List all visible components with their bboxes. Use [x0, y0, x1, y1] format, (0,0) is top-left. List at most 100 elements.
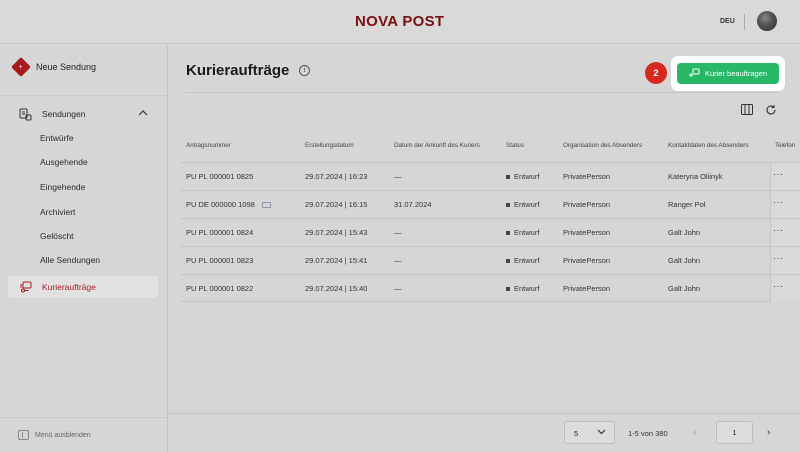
plus-diamond-icon: + — [11, 57, 31, 77]
sidebar-collapse-icon — [18, 430, 29, 440]
status-dot-icon — [506, 259, 510, 264]
collapse-menu-button[interactable]: Menü ausblenden — [18, 430, 91, 440]
add-courier-icon — [688, 68, 700, 80]
cell-sender-org: PrivatePerson — [563, 256, 611, 265]
chevron-down-icon — [597, 428, 606, 437]
step-badge: 2 — [645, 62, 667, 84]
table-row[interactable]: PU PL 000001 0823 29.07.2024 | 15:41 — E… — [180, 246, 800, 274]
nova-post-logo[interactable]: NOVA POST — [355, 13, 444, 30]
status-label: Entwurf — [514, 284, 540, 293]
column-header-arrival: Datum der Ankunft des Kuriers — [394, 142, 480, 149]
next-page-icon[interactable]: › — [767, 427, 770, 438]
cell-number: PU PL 000001 0824 — [186, 228, 254, 237]
cell-sender-contact: Galt John — [668, 284, 701, 293]
sidebar-item-label: Archiviert — [40, 207, 76, 217]
status-dot-icon — [506, 287, 510, 292]
sidebar-item-deleted[interactable]: Gelöscht — [8, 225, 158, 247]
page-number-input[interactable]: 1 — [716, 421, 753, 444]
cell-sender-org: PrivatePerson — [563, 228, 611, 237]
sidebar-item-courier-orders[interactable]: Kurieraufträge — [8, 276, 158, 298]
status-dot-icon — [506, 231, 510, 236]
box-list-icon — [18, 107, 32, 121]
top-header: NOVA POST DEU — [0, 0, 800, 44]
more-options-icon[interactable]: ··· — [773, 281, 784, 291]
order-courier-label: Kurier beauftragen — [704, 69, 768, 78]
collapse-menu-label: Menü ausblenden — [35, 431, 91, 439]
sidebar-item-label: Sendungen — [42, 109, 86, 119]
rows-per-page-select[interactable]: 5 — [564, 421, 615, 444]
cell-arrival: 31.07.2024 — [394, 200, 432, 209]
columns-icon[interactable] — [741, 104, 753, 117]
cell-created: 29.07.2024 | 16:23 — [305, 172, 368, 181]
cell-arrival: — — [394, 284, 402, 293]
sidebar-item-label: Kurieraufträge — [42, 282, 96, 292]
cell-created: 29.07.2024 | 15:41 — [305, 256, 368, 265]
cell-sender-contact: Galt John — [668, 228, 701, 237]
more-options-icon[interactable]: ··· — [773, 225, 784, 235]
column-header-number: Antragsnummer — [186, 142, 231, 149]
cell-created: 29.07.2024 | 16:15 — [305, 200, 368, 209]
sidebar-item-drafts[interactable]: Entwürfe — [8, 127, 158, 149]
status-dot-icon — [506, 203, 510, 208]
order-courier-button[interactable]: Kurier beauftragen — [677, 63, 779, 84]
more-options-icon[interactable]: ··· — [773, 197, 784, 207]
status-label: Entwurf — [514, 228, 540, 237]
previous-page-icon[interactable]: ‹ — [693, 427, 696, 438]
table-row[interactable]: PU DE 000000 1098 29.07.2024 | 16:15 31.… — [180, 190, 800, 218]
column-header-created: Erstellungsdatum — [305, 142, 354, 149]
new-shipment-button[interactable]: + Neue Sendung — [11, 57, 96, 77]
cell-number: PU PL 000001 0823 — [186, 256, 254, 265]
cell-number: PU DE 000000 1098 — [186, 200, 271, 209]
sidebar-item-sendungen[interactable]: Sendungen — [8, 103, 158, 125]
sidebar-bottom-divider — [0, 417, 167, 418]
footer-divider — [168, 413, 800, 414]
cell-sender-org: PrivatePerson — [563, 200, 611, 209]
number-label: PU DE 000000 1098 — [186, 200, 255, 209]
document-icon — [261, 202, 271, 209]
table-row[interactable]: PU PL 000001 0824 29.07.2024 | 15:43 — E… — [180, 218, 800, 246]
chevron-up-icon[interactable] — [138, 109, 148, 119]
page-title: Kurieraufträge — [186, 62, 290, 79]
cell-status: Entwurf — [506, 172, 539, 181]
column-header-phone: Telefon — [775, 142, 796, 149]
table-row[interactable]: PU PL 000001 0822 29.07.2024 | 15:40 — E… — [180, 274, 800, 302]
cell-created: 29.07.2024 | 15:40 — [305, 284, 368, 293]
cell-sender-contact: Ranger Pol — [668, 200, 706, 209]
status-label: Entwurf — [514, 200, 540, 209]
column-header-sender-contact: Kontaktdaten des Absenders — [668, 142, 749, 149]
table-row[interactable]: PU PL 000001 0825 29.07.2024 | 16:23 — E… — [180, 162, 800, 190]
status-dot-icon — [506, 175, 510, 180]
sidebar-item-outgoing[interactable]: Ausgehende — [8, 151, 158, 173]
cell-number: PU PL 000001 0825 — [186, 172, 254, 181]
cell-arrival: — — [394, 228, 402, 237]
sidebar-item-incoming[interactable]: Eingehende — [8, 176, 158, 198]
cell-sender-contact: Galt John — [668, 256, 701, 265]
highlight-frame: Kurier beauftragen — [671, 56, 785, 91]
refresh-icon[interactable] — [765, 104, 777, 118]
sidebar-item-label: Ausgehende — [40, 157, 88, 167]
sidebar-item-all-shipments[interactable]: Alle Sendungen — [8, 249, 158, 271]
cell-arrival: — — [394, 256, 402, 265]
sidebar-item-archived[interactable]: Archiviert — [8, 201, 158, 223]
cell-sender-contact: Kateryna Oliinyk — [668, 172, 723, 181]
more-options-icon[interactable]: ··· — [773, 169, 784, 179]
cell-created: 29.07.2024 | 15:43 — [305, 228, 368, 237]
sidebar-item-label: Alle Sendungen — [40, 255, 101, 265]
language-switcher[interactable]: DEU — [720, 18, 735, 25]
info-icon[interactable]: i — [299, 65, 310, 76]
cell-arrival: — — [394, 172, 402, 181]
cell-sender-org: PrivatePerson — [563, 172, 611, 181]
sidebar-item-label: Entwürfe — [40, 133, 74, 143]
cell-status: Entwurf — [506, 284, 539, 293]
cell-number: PU PL 000001 0822 — [186, 284, 254, 293]
pagination-range: 1-5 von 380 — [628, 429, 668, 438]
column-header-sender-org: Organisation des Absenders — [563, 142, 643, 149]
cell-status: Entwurf — [506, 256, 539, 265]
status-label: Entwurf — [514, 256, 540, 265]
status-label: Entwurf — [514, 172, 540, 181]
more-options-icon[interactable]: ··· — [773, 253, 784, 263]
cell-sender-org: PrivatePerson — [563, 284, 611, 293]
cell-status: Entwurf — [506, 200, 539, 209]
user-avatar[interactable] — [757, 11, 777, 31]
column-header-status: Status — [506, 142, 524, 149]
